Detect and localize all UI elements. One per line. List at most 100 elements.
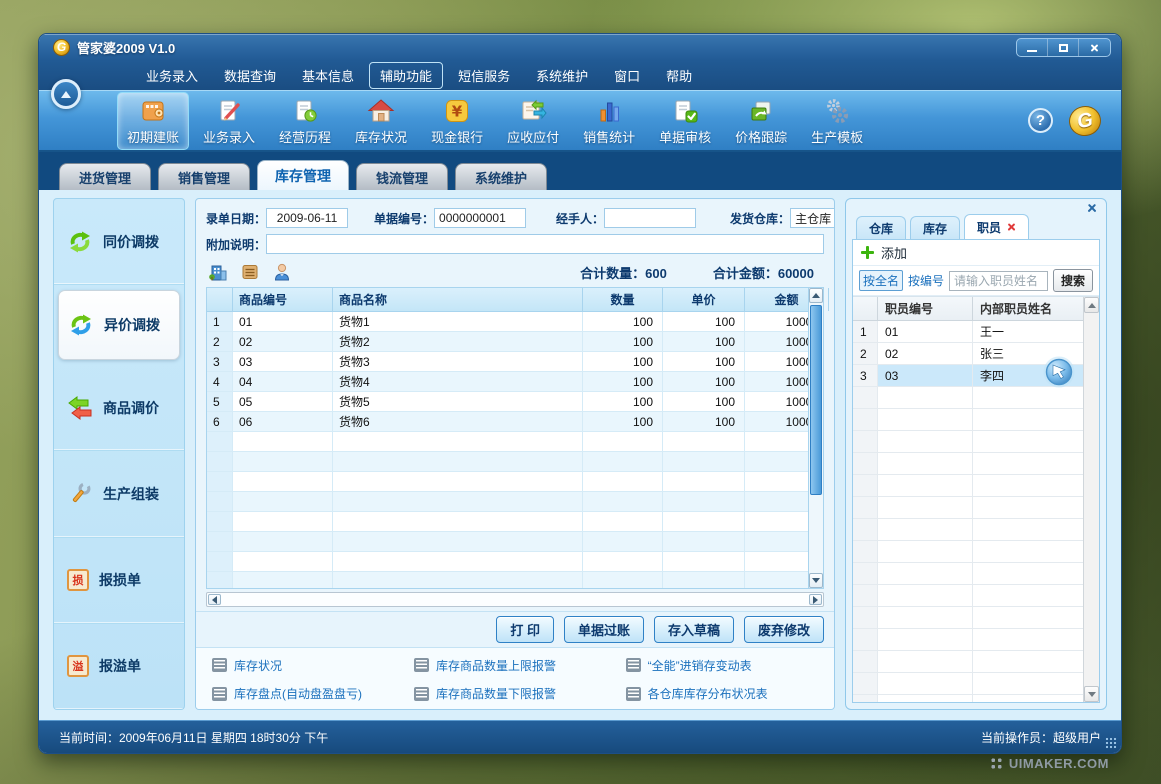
amount-cell[interactable]: 10000 <box>745 312 808 332</box>
sidebar-item-loss-report[interactable]: 损 报损单 <box>54 538 184 624</box>
sidebar-item-overflow-report[interactable]: 溢 报溢单 <box>54 624 184 709</box>
staff-code-cell[interactable]: 01 <box>878 321 973 343</box>
product-name-cell[interactable]: 货物3 <box>333 352 583 372</box>
menu-item-window[interactable]: 窗口 <box>603 62 651 89</box>
amount-cell[interactable]: 10000 <box>745 352 808 372</box>
empty-row[interactable] <box>853 695 1083 702</box>
toolbar-item-business-entry[interactable]: 业务录入 <box>193 92 265 150</box>
quantity-cell[interactable]: 100 <box>583 312 663 332</box>
print-button[interactable]: 打 印 <box>496 616 554 643</box>
table-row[interactable]: 2 02 货物2 100 100 10000 <box>207 332 808 352</box>
tab-inventory[interactable]: 库存 <box>910 216 960 239</box>
toolbar-item-history[interactable]: 经营历程 <box>269 92 341 150</box>
empty-row[interactable] <box>853 607 1083 629</box>
amount-cell[interactable]: 10000 <box>745 372 808 392</box>
link-stocktake[interactable]: 库存盘点(自动盘盈盘亏) <box>212 685 414 702</box>
scroll-left-button[interactable] <box>208 594 221 605</box>
table-row[interactable]: 5 05 货物5 100 100 10000 <box>207 392 808 412</box>
warehouse-input[interactable] <box>790 208 835 228</box>
empty-row[interactable] <box>853 431 1083 453</box>
staff-code-cell[interactable]: 02 <box>878 343 973 365</box>
report-link-label[interactable]: 库存商品数量上限报警 <box>436 657 556 674</box>
sidebar-item-production-assembly[interactable]: 生产组装 <box>54 451 184 537</box>
product-name-cell[interactable]: 货物2 <box>333 332 583 352</box>
empty-row[interactable] <box>853 475 1083 497</box>
close-button[interactable] <box>1079 39 1110 56</box>
product-name-cell[interactable]: 货物1 <box>333 312 583 332</box>
product-code-cell[interactable]: 05 <box>233 392 333 412</box>
empty-row[interactable] <box>853 541 1083 563</box>
quantity-cell[interactable]: 100 <box>583 392 663 412</box>
scroll-up-button[interactable] <box>1084 297 1099 313</box>
menu-item-basic-info[interactable]: 基本信息 <box>291 62 365 89</box>
sidebar-item-same-price-transfer[interactable]: 同价调拨 <box>54 199 184 285</box>
scroll-right-button[interactable] <box>809 594 822 605</box>
help-button[interactable]: ? <box>1028 108 1053 133</box>
table-row[interactable]: 6 06 货物6 100 100 10000 <box>207 412 808 432</box>
toolbar-item-production-template[interactable]: 生产模板 <box>801 92 873 150</box>
unit-price-cell[interactable]: 100 <box>663 392 745 412</box>
maximize-button[interactable] <box>1048 39 1079 56</box>
list-item[interactable]: 1 01 王一 <box>853 321 1083 343</box>
date-input[interactable] <box>266 208 348 228</box>
menu-item-system-maintain[interactable]: 系统维护 <box>525 62 599 89</box>
save-draft-button[interactable]: 存入草稿 <box>654 616 734 643</box>
toolbar-item-sales-stats[interactable]: 销售统计 <box>573 92 645 150</box>
amount-cell[interactable]: 10000 <box>745 332 808 352</box>
minimize-button[interactable] <box>1017 39 1048 56</box>
quantity-cell[interactable]: 100 <box>583 352 663 372</box>
quantity-cell[interactable]: 100 <box>583 412 663 432</box>
header-quantity[interactable]: 数量 <box>583 288 663 311</box>
product-code-cell[interactable]: 02 <box>233 332 333 352</box>
unit-price-cell[interactable]: 100 <box>663 412 745 432</box>
doc-number-input[interactable] <box>434 208 526 228</box>
amount-cell[interactable]: 10000 <box>745 392 808 412</box>
resize-grip[interactable] <box>1105 737 1117 749</box>
link-inventory-status[interactable]: 库存状况 <box>212 657 414 674</box>
menu-item-help[interactable]: 帮助 <box>655 62 703 89</box>
handler-input[interactable] <box>604 208 696 228</box>
report-link-label[interactable]: “全能”进销存变动表 <box>648 657 752 674</box>
toolbar-item-initial-setup[interactable]: 初期建账 <box>117 92 189 150</box>
unit-price-cell[interactable]: 100 <box>663 332 745 352</box>
add-button[interactable]: 添加 <box>881 243 907 262</box>
link-warehouse-distribution[interactable]: 各仓库库存分布状况表 <box>626 685 818 702</box>
filter-by-fullname[interactable]: 按全名 <box>859 270 903 291</box>
menu-item-business-entry[interactable]: 业务录入 <box>135 62 209 89</box>
product-name-cell[interactable]: 货物4 <box>333 372 583 392</box>
header-note[interactable]: 备注 <box>829 288 835 311</box>
toolbar-item-cash-bank[interactable]: ¥ 现金银行 <box>421 92 493 150</box>
horizontal-scrollbar[interactable] <box>206 592 824 607</box>
empty-row[interactable] <box>207 452 808 472</box>
link-upper-limit-alarm[interactable]: 库存商品数量上限报警 <box>414 657 626 674</box>
header-product-name[interactable]: 商品名称 <box>333 288 583 311</box>
product-code-cell[interactable]: 03 <box>233 352 333 372</box>
table-row[interactable]: 1 01 货物1 100 100 10000 <box>207 312 808 332</box>
product-code-cell[interactable]: 04 <box>233 372 333 392</box>
empty-row[interactable] <box>207 572 808 588</box>
toolbar-item-inventory-status[interactable]: 库存状况 <box>345 92 417 150</box>
empty-row[interactable] <box>207 492 808 512</box>
report-link-label[interactable]: 各仓库库存分布状况表 <box>648 685 768 702</box>
toolbar-item-document-audit[interactable]: 单据审核 <box>649 92 721 150</box>
table-row[interactable]: 4 04 货物4 100 100 10000 <box>207 372 808 392</box>
staff-code-cell[interactable]: 03 <box>878 365 973 387</box>
scroll-down-button[interactable] <box>1084 686 1099 702</box>
sidebar-item-diff-price-transfer[interactable]: 异价调拨 <box>58 290 180 360</box>
filter-by-code[interactable]: 按编号 <box>908 272 944 289</box>
link-lower-limit-alarm[interactable]: 库存商品数量下限报警 <box>414 685 626 702</box>
report-link-label[interactable]: 库存盘点(自动盘盈盘亏) <box>234 685 362 702</box>
discard-changes-button[interactable]: 废弃修改 <box>744 616 824 643</box>
search-button[interactable]: 搜索 <box>1053 269 1093 292</box>
header-product-code[interactable]: 商品编号 <box>233 288 333 311</box>
toolbar-item-price-tracking[interactable]: 价格跟踪 <box>725 92 797 150</box>
report-link-label[interactable]: 库存商品数量下限报警 <box>436 685 556 702</box>
unit-price-cell[interactable]: 100 <box>663 312 745 332</box>
sidebar-item-price-adjust[interactable]: 商品调价 <box>54 365 184 451</box>
empty-row[interactable] <box>853 497 1083 519</box>
product-code-cell[interactable]: 06 <box>233 412 333 432</box>
collapse-toolbar-button[interactable] <box>51 79 81 109</box>
header-staff-code[interactable]: 职员编号 <box>878 297 973 320</box>
product-name-cell[interactable]: 货物5 <box>333 392 583 412</box>
tab-warehouse[interactable]: 仓库 <box>856 216 906 239</box>
